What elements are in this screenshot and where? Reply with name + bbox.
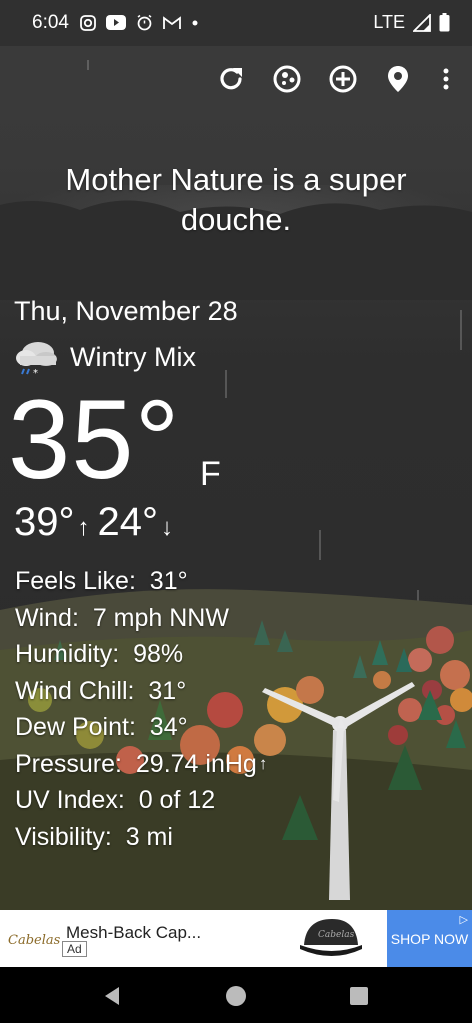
ad-choices-icon[interactable]: ▷: [460, 913, 468, 926]
home-icon[interactable]: [223, 983, 249, 1009]
battery-icon: [439, 13, 450, 32]
detail-value: 98%: [133, 640, 184, 668]
detail-label: Pressure:: [15, 749, 122, 778]
dot-icon: [192, 20, 198, 25]
detail-label: Dew Point:: [15, 713, 136, 741]
refresh-icon: [220, 68, 242, 90]
detail-value: 7 mph NNW: [92, 603, 229, 632]
detail-label: UV Index:: [15, 786, 125, 814]
weather-screen: 6:04 LTE Mother Nature is a super douche…: [0, 0, 472, 1023]
add-location-button[interactable]: [327, 63, 359, 95]
status-right: LTE: [373, 12, 450, 33]
add-location-icon: [329, 65, 357, 93]
down-arrow-icon: ↓: [161, 514, 173, 541]
detail-value: 3 mi: [125, 822, 173, 851]
refresh-button[interactable]: [215, 63, 247, 95]
detail-value: 31°: [149, 567, 188, 595]
weather-quote: Mother Nature is a super douche.: [65, 162, 407, 237]
location-button[interactable]: [382, 63, 414, 95]
detail-visibility: Visibility: 3 mi: [15, 819, 267, 856]
detail-label: Wind:: [15, 603, 79, 632]
system-nav-bar: [0, 967, 472, 1023]
detail-value: 29.74 inHg: [135, 749, 257, 778]
network-label: LTE: [373, 12, 405, 32]
gmail-icon: [163, 15, 181, 29]
recents-icon[interactable]: [346, 983, 372, 1009]
signal-icon: [413, 13, 431, 32]
detail-pressure: Pressure: 29.74 inHg ↑: [15, 746, 267, 783]
location-icon: [388, 66, 408, 92]
more-icon: [443, 68, 449, 90]
detail-label: Visibility:: [15, 822, 112, 851]
detail-wind-chill: Wind Chill: 31°: [15, 673, 267, 710]
back-icon[interactable]: [99, 983, 125, 1009]
up-arrow-icon: ↑: [77, 514, 90, 541]
current-temperature: 35°: [8, 377, 181, 502]
low-temperature: 24°: [97, 500, 159, 544]
theme-icon: [273, 65, 301, 93]
condition-row: * Wintry Mix: [14, 336, 196, 378]
pressure-rising-icon: ↑: [258, 753, 268, 773]
alarm-icon: [137, 14, 152, 31]
ad-banner[interactable]: Cabelas Mesh-Back Cap... Ad Cabelas SHOP…: [0, 910, 472, 967]
condition-label: Wintry Mix: [70, 341, 196, 372]
youtube-icon: [106, 15, 126, 30]
instagram-icon: [80, 14, 96, 31]
theme-button[interactable]: [271, 63, 303, 95]
more-options-button[interactable]: [430, 63, 462, 95]
detail-label: Feels Like:: [15, 567, 136, 595]
temperature-unit: F: [200, 455, 221, 493]
wintry-mix-icon: *: [16, 342, 57, 378]
ad-badge: Ad: [62, 941, 87, 957]
toolbar: [0, 55, 472, 105]
cap-image: Cabelas: [300, 919, 362, 956]
detail-label: Wind Chill:: [15, 676, 135, 705]
ad-title[interactable]: Mesh-Back Cap...: [66, 923, 226, 943]
detail-wind: Wind: 7 mph NNW: [15, 600, 267, 637]
detail-uv-index: UV Index: 0 of 12: [15, 782, 267, 819]
detail-label: Humidity:: [15, 640, 120, 668]
status-time: 6:04: [32, 12, 69, 33]
detail-value: 0 of 12: [138, 786, 216, 814]
detail-humidity: Humidity: 98%: [15, 636, 267, 673]
detail-value: 34°: [149, 713, 188, 741]
svg-text:Cabelas: Cabelas: [318, 930, 355, 940]
detail-dew-point: Dew Point: 34°: [15, 709, 267, 746]
high-temperature: 39°: [14, 500, 75, 544]
ad-brand-logo: Cabelas: [8, 933, 61, 948]
status-bar: 6:04 LTE: [0, 0, 472, 46]
weather-details: Feels Like: 31° Wind: 7 mph NNW Humidity…: [15, 563, 267, 855]
detail-feels-like: Feels Like: 31°: [15, 563, 267, 600]
forecast-date: Thu, November 28: [14, 296, 238, 326]
notification-icons: [80, 14, 199, 31]
high-low-row: 39° ↑ 24° ↓: [14, 500, 181, 545]
detail-value: 31°: [148, 676, 187, 705]
